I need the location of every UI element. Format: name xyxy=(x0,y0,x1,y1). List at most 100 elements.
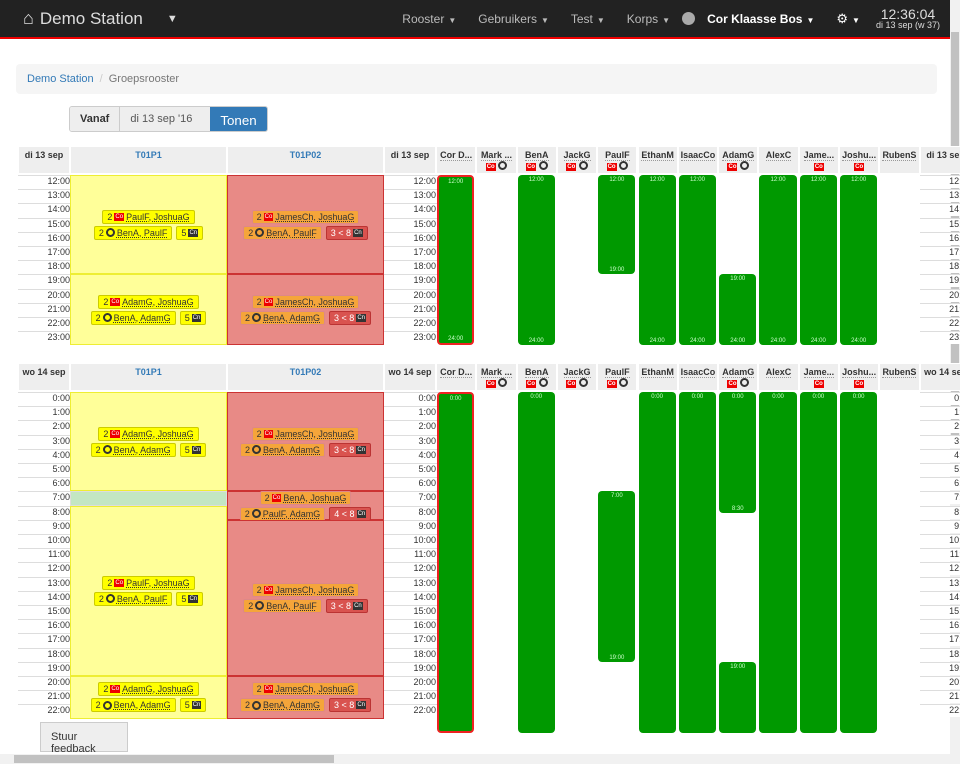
show-button[interactable]: Tonen xyxy=(210,107,267,131)
breadcrumb: Demo Station / Groepsrooster xyxy=(16,64,937,94)
shift-block-t01p1[interactable]: 2 Co PaulF, JoshuaG 2 BenA, PaulF 5 Cn xyxy=(70,505,227,676)
driver-badge[interactable]: 2 BenA, AdamG xyxy=(239,310,326,325)
co-badge[interactable]: 2 Co AdamG, JoshuaG xyxy=(98,682,199,697)
person-header[interactable]: AlexC xyxy=(758,363,799,391)
hour-label: 6:00 xyxy=(384,477,440,491)
person-header[interactable]: Joshu... Co xyxy=(839,146,880,174)
feedback-button[interactable]: Stuur feedback xyxy=(40,722,128,755)
person-header[interactable]: RubenS xyxy=(879,146,920,174)
driver-badge[interactable]: 2 BenA, AdamG xyxy=(239,442,326,457)
availability-bar[interactable]: 0:00 xyxy=(840,392,878,733)
date-input[interactable]: di 13 sep '16 xyxy=(120,107,211,131)
driver-badge[interactable]: 2 BenA, AdamG xyxy=(90,310,176,325)
co-badge[interactable]: 2 Co BenA, JoshuaG xyxy=(259,490,352,505)
availability-bar[interactable]: 0:00 xyxy=(638,392,676,733)
person-header[interactable]: JackG Co xyxy=(556,363,598,391)
person-header[interactable]: Joshu... Co xyxy=(839,363,880,391)
menu-test[interactable]: Test ▼ xyxy=(571,12,605,26)
menu-gebruikers[interactable]: Gebruikers ▼ xyxy=(478,12,549,26)
driver-badge[interactable]: 2 BenA, PaulF xyxy=(243,598,322,613)
group-header-t01p1[interactable]: T01P1 xyxy=(70,146,227,174)
driver-badge[interactable]: 2 BenA, PaulF xyxy=(93,225,173,240)
person-header[interactable]: Cor D... xyxy=(436,146,477,174)
horizontal-scrollbar[interactable] xyxy=(0,754,950,764)
availability-bar[interactable]: 0:00 xyxy=(799,392,837,733)
availability-bar[interactable]: 0:00 xyxy=(678,392,717,733)
co-badge[interactable]: 2 Co PaulF, JoshuaG xyxy=(102,575,195,590)
availability-bar[interactable]: 0:00 xyxy=(759,392,797,733)
availability-bar[interactable]: 0:00 xyxy=(517,392,555,733)
availability-bar[interactable]: 0:00 xyxy=(437,392,475,733)
shift-block-empty[interactable] xyxy=(70,491,227,506)
person-header[interactable]: AdamG Co xyxy=(718,146,759,174)
co-badge[interactable]: 2 Co AdamG, JoshuaG xyxy=(98,294,199,309)
person-header[interactable]: PaulF Co xyxy=(597,146,638,174)
shift-block-t01p02[interactable]: 2 Co BenA, JoshuaG 2 PaulF, AdamG 4 < 8 Cn xyxy=(227,490,384,521)
group-header-t01p02[interactable]: T01P02 xyxy=(227,146,384,174)
shift-block-t01p1[interactable]: 2 Co AdamG, JoshuaG 2 BenA, AdamG 5 Cn xyxy=(70,274,227,346)
breadcrumb-root[interactable]: Demo Station xyxy=(27,73,94,85)
person-header[interactable]: AdamG Co xyxy=(718,363,759,391)
menu-rooster[interactable]: Rooster ▼ xyxy=(402,12,456,26)
co-badge[interactable]: 2 Co JamesCh, JoshuaG xyxy=(251,426,360,441)
shift-block-t01p02[interactable]: 2 Co JamesCh, JoshuaG 2 BenA, AdamG 3 < 8 … xyxy=(227,392,384,492)
co-icon: Co xyxy=(485,163,496,171)
availability-bar[interactable]: 12:00 24:00 xyxy=(437,175,475,346)
person-header[interactable]: EthanM xyxy=(637,146,678,174)
availability-bar[interactable]: 12:00 24:00 xyxy=(678,175,717,346)
person-header[interactable]: Jame... Co xyxy=(798,146,839,174)
shift-block-t01p1[interactable]: 2 Co PaulF, JoshuaG 2 BenA, PaulF 5 Cn xyxy=(70,175,227,275)
co-badge[interactable]: 2 Co JamesCh, JoshuaG xyxy=(251,582,360,597)
person-header[interactable]: EthanM xyxy=(637,363,678,391)
availability-bar[interactable]: 19:00 24:00 xyxy=(719,274,757,346)
availability-bar[interactable]: 19:00 xyxy=(719,661,757,733)
driver-badge[interactable]: 2 BenA, PaulF xyxy=(243,225,322,240)
person-header[interactable]: IsaacCo xyxy=(677,146,719,174)
driver-badge[interactable]: 2 BenA, AdamG xyxy=(239,698,326,713)
menu-korps[interactable]: Korps ▼ xyxy=(627,12,670,26)
person-header[interactable]: IsaacCo xyxy=(677,363,719,391)
availability-bar[interactable]: 12:00 24:00 xyxy=(759,175,797,346)
person-header[interactable]: Jame... Co xyxy=(798,363,839,391)
navbar: ⌂ Demo Station ▼ Rooster ▼ Gebruikers ▼ Te… xyxy=(0,0,950,39)
person-header[interactable]: Mark ... Co xyxy=(476,146,517,174)
shift-block-t01p1[interactable]: 2 Co AdamG, JoshuaG 2 BenA, AdamG 5 Cn xyxy=(70,676,227,719)
gear-icon[interactable]: ⚙ ▼ xyxy=(836,11,860,27)
person-header[interactable]: Mark ... Co xyxy=(476,363,517,391)
person-header[interactable]: Cor D... xyxy=(436,363,477,391)
co-badge[interactable]: 2 Co PaulF, JoshuaG xyxy=(102,209,195,224)
shift-block-t01p02[interactable]: 2 Co JamesCh, JoshuaG 2 BenA, PaulF 3 < 8 … xyxy=(227,519,384,676)
co-badge[interactable]: 2 Co JamesCh, JoshuaG xyxy=(251,682,360,697)
co-badge[interactable]: 2 Co JamesCh, JoshuaG xyxy=(251,294,360,309)
driver-badge[interactable]: 2 BenA, PaulF xyxy=(93,591,173,606)
availability-bar[interactable]: 12:00 24:00 xyxy=(840,175,878,346)
crew-count-badge: 3 < 8 Cn xyxy=(325,225,368,240)
availability-bar[interactable]: 12:00 24:00 xyxy=(638,175,676,346)
hour-label: 4:00 xyxy=(919,448,960,462)
user-menu[interactable]: Cor Klaasse Bos ▼ xyxy=(707,12,814,26)
shift-block-t01p1[interactable]: 2 Co AdamG, JoshuaG 2 BenA, AdamG 5 Cn xyxy=(70,392,227,492)
group-header-t01p02[interactable]: T01P02 xyxy=(227,363,384,391)
person-header[interactable]: RubenS xyxy=(879,363,920,391)
co-badge[interactable]: 2 Co JamesCh, JoshuaG xyxy=(251,209,360,224)
hour-label: 14:00 xyxy=(18,590,74,604)
availability-bar[interactable]: 12:00 19:00 xyxy=(598,175,636,275)
shift-block-t01p02[interactable]: 2 Co JamesCh, JoshuaG 2 BenA, PaulF 3 < 8 … xyxy=(227,175,384,275)
co-badge[interactable]: 2 Co AdamG, JoshuaG xyxy=(98,426,199,441)
brand-menu[interactable]: ⌂ Demo Station ▼ xyxy=(23,8,178,29)
group-header-t01p1[interactable]: T01P1 xyxy=(70,363,227,391)
driver-badge[interactable]: 2 BenA, AdamG xyxy=(90,698,176,713)
person-header[interactable]: BenA Co xyxy=(516,146,557,174)
person-header[interactable]: BenA Co xyxy=(516,363,557,391)
person-header[interactable]: JackG Co xyxy=(556,146,598,174)
availability-bar[interactable]: 12:00 24:00 xyxy=(799,175,837,346)
availability-bar[interactable]: 12:00 24:00 xyxy=(517,175,555,346)
availability-bar[interactable]: 7:00 19:00 xyxy=(598,491,636,662)
driver-badge[interactable]: 2 PaulF, AdamG xyxy=(239,506,326,521)
person-header[interactable]: PaulF Co xyxy=(597,363,638,391)
person-header[interactable]: AlexC xyxy=(758,146,799,174)
shift-block-t01p02[interactable]: 2 Co JamesCh, JoshuaG 2 BenA, AdamG 3 < 8 … xyxy=(227,274,384,346)
availability-bar[interactable]: 0:00 8:30 xyxy=(719,392,757,513)
shift-block-t01p02[interactable]: 2 Co JamesCh, JoshuaG 2 BenA, AdamG 3 < 8 … xyxy=(227,676,384,719)
driver-badge[interactable]: 2 BenA, AdamG xyxy=(90,442,176,457)
